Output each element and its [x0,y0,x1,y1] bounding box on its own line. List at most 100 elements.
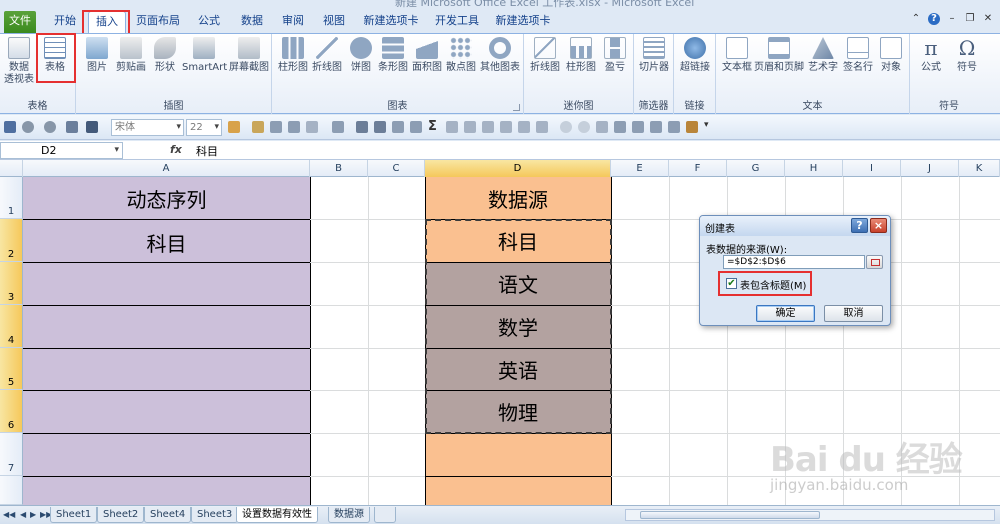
tool-icon-2[interactable] [464,121,476,133]
sheet-tab-data-source[interactable]: 数据源 [328,507,370,523]
next-sheet-icon[interactable]: ▶ [30,510,36,519]
tool-icon-10[interactable] [614,121,626,133]
worksheet-grid[interactable]: A B C D E F G H I J K 1 2 3 4 5 6 7 动态序列… [0,160,1000,505]
horizontal-scrollbar[interactable] [625,509,995,521]
sheet-tab-sheet1[interactable]: Sheet1 [50,507,98,523]
symbol-button[interactable]: Ω 符号 [950,37,984,74]
insert-row-icon[interactable] [332,121,344,133]
help-icon[interactable]: ? [928,13,940,25]
tab-file[interactable]: 文件 [4,11,36,33]
tool-icon-5[interactable] [518,121,530,133]
table-button[interactable]: 表格 [40,37,70,74]
chart-wizard-icon[interactable] [392,121,404,133]
tab-developer[interactable]: 开发工具 [433,11,481,33]
column-header-c[interactable]: C [368,160,425,177]
text-box-button[interactable]: 文本框 [720,37,754,74]
shapes-button[interactable]: 形状 [150,37,180,74]
insert-sheet-icon[interactable] [374,507,396,523]
bar-chart-button[interactable]: 条形图 [376,37,410,74]
column-header-g[interactable]: G [727,160,785,177]
redo-icon[interactable] [44,121,56,133]
font-size-combo[interactable]: 22 [186,119,222,136]
dialog-help-icon[interactable]: ? [851,218,868,233]
column-header-b[interactable]: B [310,160,368,177]
cancel-button[interactable]: 取消 [824,305,883,322]
cell-d3[interactable]: 语文 [425,262,611,305]
column-header-j[interactable]: J [901,160,959,177]
cell-d4[interactable]: 数学 [425,305,611,348]
pivot-table-button[interactable]: 数据 透视表 [4,37,34,86]
copy-icon[interactable] [270,121,282,133]
font-name-combo[interactable]: 宋体 [111,119,184,136]
sheet-tab-sheet4[interactable]: Sheet4 [144,507,192,523]
signature-line-button[interactable]: 签名行 [840,37,876,74]
cell-a1[interactable]: 动态序列 [23,177,310,219]
area-chart-button[interactable]: 面积图 [410,37,444,74]
pie-chart-button[interactable]: 饼图 [346,37,376,74]
tool-icon-4[interactable] [500,121,512,133]
tool-icon-9[interactable] [596,121,608,133]
column-header-f[interactable]: F [669,160,727,177]
other-charts-button[interactable]: 其他图表 [478,37,522,74]
hyperlink-button[interactable]: 超链接 [677,37,713,74]
tab-insert[interactable]: 插入 [88,11,126,33]
cell-d5[interactable]: 英语 [425,348,611,390]
font-color-icon[interactable] [86,121,98,133]
cell-d6[interactable]: 物理 [425,390,611,433]
cell-d1[interactable]: 数据源 [425,177,611,219]
cell-a2[interactable]: 科目 [23,219,310,262]
tool-icon-3[interactable] [482,121,494,133]
tool-icon-11[interactable] [632,121,644,133]
insert-function-icon[interactable]: fx [170,143,182,156]
tool-icon-6[interactable] [536,121,548,133]
header-footer-button[interactable]: 页眉和页脚 [754,37,804,74]
name-box[interactable]: D2 [0,142,123,159]
cut-icon[interactable] [288,121,300,133]
column-chart-button[interactable]: 柱形图 [276,37,310,74]
wordart-button[interactable]: 艺术字 [806,37,840,74]
horizontal-scroll-thumb[interactable] [640,511,820,519]
dialog-title-bar[interactable]: 创建表 ? × [700,216,890,236]
tab-home[interactable]: 开始 [50,11,80,33]
tab-review[interactable]: 审阅 [278,11,308,33]
sparkline-line-button[interactable]: 折线图 [528,37,562,74]
source-range-input[interactable]: =$D$2:$D$6 [723,255,865,269]
print-icon[interactable] [668,121,680,133]
tab-formulas[interactable]: 公式 [193,11,225,33]
tab-view[interactable]: 视图 [318,11,350,33]
picture-button[interactable]: 图片 [82,37,112,74]
tab-new-2[interactable]: 新建选项卡 [493,11,553,33]
line-chart-button[interactable]: 折线图 [310,37,344,74]
restore-icon[interactable]: ❐ [964,13,976,25]
tool-icon-13[interactable] [686,121,698,133]
column-header-e[interactable]: E [611,160,669,177]
tab-new-1[interactable]: 新建选项卡 [361,11,421,33]
column-header-a[interactable]: A [23,160,310,177]
tool-icon-1[interactable] [446,121,458,133]
tab-page-layout[interactable]: 页面布局 [133,11,183,33]
has-headers-checkbox[interactable]: ✔ [726,278,737,289]
row-header-2[interactable]: 2 [0,219,23,262]
column-header-k[interactable]: K [959,160,1000,177]
row-header-3[interactable]: 3 [0,262,23,305]
dialog-close-icon[interactable]: × [870,218,887,233]
row-header-5[interactable]: 5 [0,348,23,390]
collapse-dialog-icon[interactable] [866,255,883,269]
paste-icon[interactable] [228,121,240,133]
column-header-d[interactable]: D [425,160,611,177]
tool-icon-8[interactable] [578,121,590,133]
cell-d2[interactable]: 科目 [425,219,611,262]
has-headers-label[interactable]: 表包含标题(M) [740,277,806,292]
slicer-button[interactable]: 切片器 [637,37,671,74]
save-icon[interactable] [4,121,16,133]
tab-data[interactable]: 数据 [236,11,268,33]
select-all-corner[interactable] [0,160,23,177]
column-header-h[interactable]: H [785,160,843,177]
row-header-8[interactable] [0,476,23,505]
tool-icon-7[interactable] [560,121,572,133]
row-header-1[interactable]: 1 [0,177,23,219]
autosum-icon[interactable]: Σ [428,119,437,134]
format-painter-icon[interactable] [252,121,264,133]
ok-button[interactable]: 确定 [756,305,815,322]
sparkline-column-button[interactable]: 柱形图 [564,37,598,74]
